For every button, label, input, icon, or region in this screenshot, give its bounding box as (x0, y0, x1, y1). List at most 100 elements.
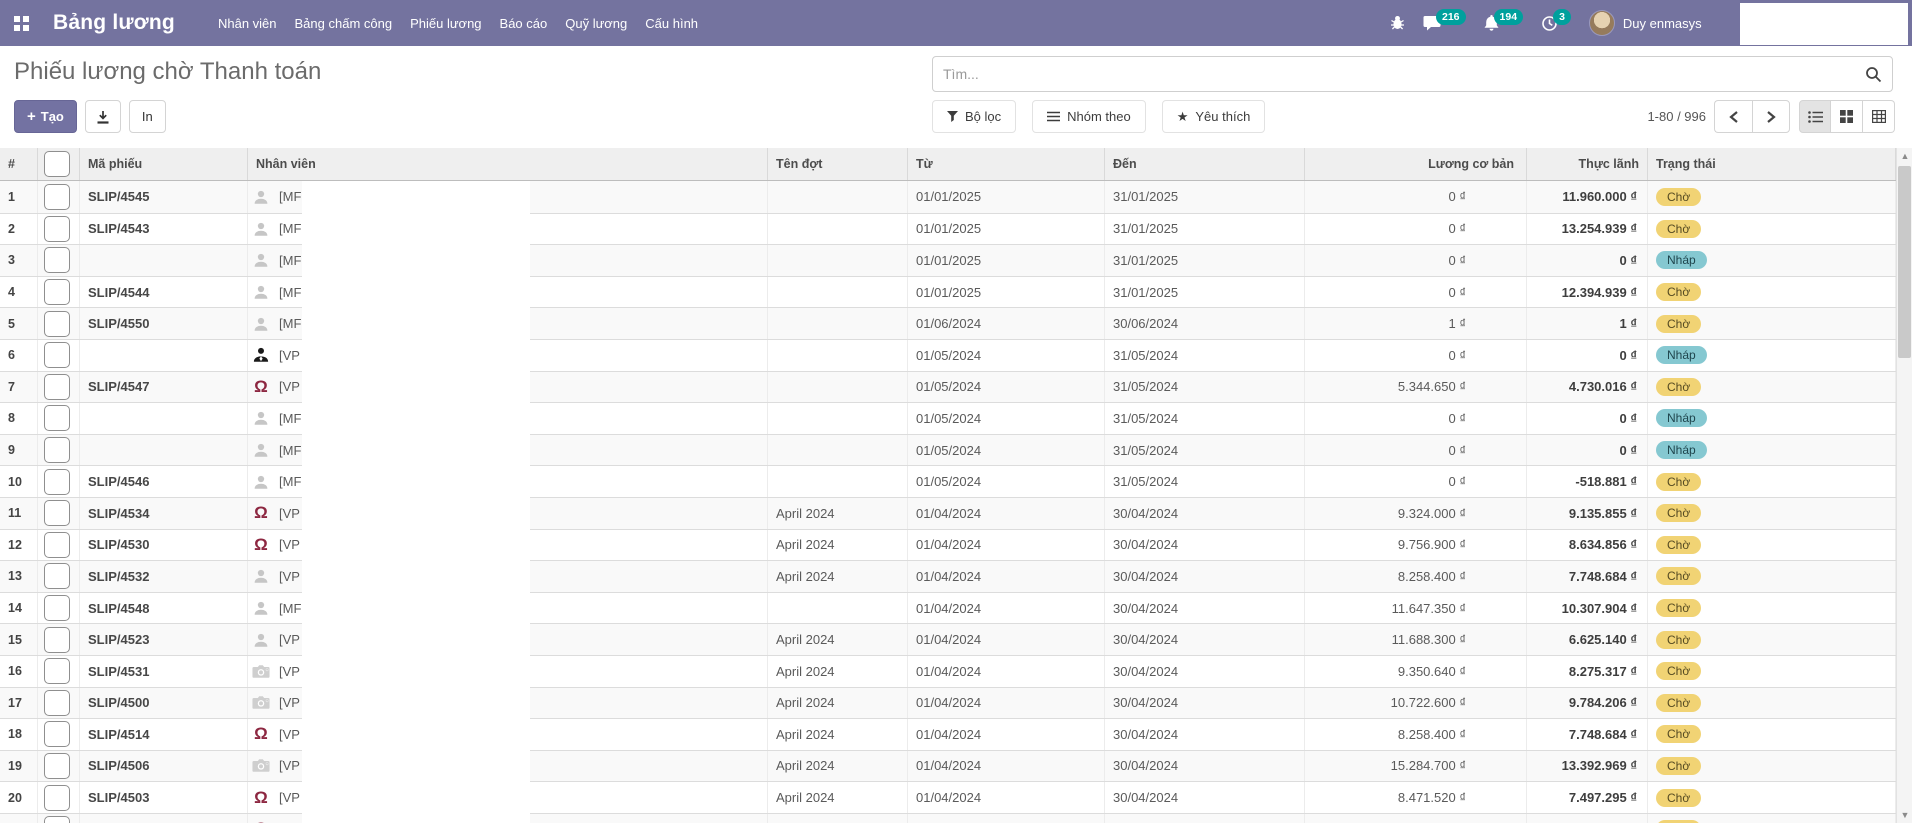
table-row[interactable]: 12 SLIP/4530 Ω [VP April 2024 01/04/2024… (0, 529, 1896, 561)
net-wage-cell[interactable]: 13.254.939 ₫ (1527, 214, 1648, 245)
date-to-cell[interactable]: 30/06/2024 (1105, 308, 1305, 339)
table-row[interactable]: 8 [MF 01/05/2024 31/05/2024 0 ₫ 0 ₫ Nháp (0, 402, 1896, 434)
pager-next-button[interactable] (1752, 100, 1790, 133)
date-from-cell[interactable]: 01/01/2025 (908, 214, 1105, 245)
status-cell[interactable]: Nháp (1648, 245, 1896, 276)
row-checkbox[interactable] (44, 469, 70, 495)
batch-cell[interactable]: April 2024 (768, 561, 908, 592)
date-from-cell[interactable]: 01/05/2024 (908, 372, 1105, 403)
batch-cell[interactable] (768, 277, 908, 308)
base-wage-cell[interactable]: 0 ₫ (1305, 466, 1527, 497)
base-wage-cell[interactable]: 11.647.350 ₫ (1305, 593, 1527, 624)
search-input[interactable] (933, 66, 1865, 82)
batch-cell[interactable] (768, 593, 908, 624)
date-to-cell[interactable]: 30/04/2024 (1105, 530, 1305, 561)
date-from-cell[interactable]: 01/04/2024 (908, 498, 1105, 529)
status-cell[interactable]: Chờ (1648, 277, 1896, 308)
base-wage-cell[interactable]: 5.344.650 ₫ (1305, 372, 1527, 403)
group-by-button[interactable]: Nhóm theo (1032, 100, 1146, 133)
batch-cell[interactable]: April 2024 (768, 782, 908, 813)
row-checkbox[interactable] (44, 627, 70, 653)
net-wage-cell[interactable]: 12.394.939 ₫ (1527, 277, 1648, 308)
date-from-cell[interactable]: 01/05/2024 (908, 403, 1105, 434)
header-employee[interactable]: Nhân viên (248, 148, 768, 180)
slip-number-cell[interactable]: SLIP/4532 (80, 561, 248, 592)
header-status[interactable]: Trạng thái (1648, 148, 1896, 180)
date-to-cell[interactable]: 30/04/2024 (1105, 561, 1305, 592)
net-wage-cell[interactable]: 8.634.856 ₫ (1527, 530, 1648, 561)
base-wage-cell[interactable]: 0 ₫ (1305, 435, 1527, 466)
net-wage-cell[interactable]: 7.748.684 ₫ (1527, 814, 1648, 823)
net-wage-cell[interactable]: 6.625.140 ₫ (1527, 624, 1648, 655)
net-wage-cell[interactable]: 0 ₫ (1527, 403, 1648, 434)
menu-quy-luong[interactable]: Quỹ lương (556, 10, 636, 37)
search-icon[interactable] (1865, 66, 1882, 83)
table-row[interactable]: 11 SLIP/4534 Ω [VP April 2024 01/04/2024… (0, 497, 1896, 529)
date-from-cell[interactable]: 01/04/2024 (908, 656, 1105, 687)
status-cell[interactable]: Chờ (1648, 751, 1896, 782)
date-from-cell[interactable]: 01/04/2024 (908, 719, 1105, 750)
row-checkbox[interactable] (44, 500, 70, 526)
create-button[interactable]: + Tạo (14, 100, 77, 133)
favorites-button[interactable]: ★ Yêu thích (1162, 100, 1266, 133)
menu-nhan-vien[interactable]: Nhân viên (209, 10, 286, 37)
base-wage-cell[interactable]: 0 ₫ (1305, 181, 1527, 213)
batch-cell[interactable] (768, 245, 908, 276)
batch-cell[interactable] (768, 466, 908, 497)
base-wage-cell[interactable]: 8.471.520 ₫ (1305, 782, 1527, 813)
batch-cell[interactable]: April 2024 (768, 624, 908, 655)
header-net[interactable]: Thực lãnh (1527, 148, 1648, 180)
table-row[interactable]: 5 SLIP/4550 [MF 01/06/2024 30/06/2024 1 … (0, 307, 1896, 339)
status-cell[interactable]: Chờ (1648, 656, 1896, 687)
status-cell[interactable]: Chờ (1648, 308, 1896, 339)
slip-number-cell[interactable] (80, 403, 248, 434)
status-cell[interactable]: Chờ (1648, 782, 1896, 813)
slip-number-cell[interactable]: SLIP/4543 (80, 214, 248, 245)
apps-menu-icon[interactable] (14, 16, 29, 31)
base-wage-cell[interactable]: 0 ₫ (1305, 214, 1527, 245)
status-cell[interactable]: Chờ (1648, 181, 1896, 213)
table-row[interactable]: 6 [VP 01/05/2024 31/05/2024 0 ₫ 0 ₫ Nháp (0, 339, 1896, 371)
row-checkbox[interactable] (44, 690, 70, 716)
header-from[interactable]: Từ (908, 148, 1105, 180)
base-wage-cell[interactable]: 0 ₫ (1305, 277, 1527, 308)
status-cell[interactable]: Nháp (1648, 340, 1896, 371)
table-row[interactable]: 19 SLIP/4506 [VP April 2024 01/04/2024 3… (0, 750, 1896, 782)
header-batch[interactable]: Tên đợt (768, 148, 908, 180)
status-cell[interactable]: Chờ (1648, 372, 1896, 403)
date-to-cell[interactable]: 31/05/2024 (1105, 372, 1305, 403)
table-row[interactable]: 17 SLIP/4500 [VP April 2024 01/04/2024 3… (0, 687, 1896, 719)
slip-number-cell[interactable]: SLIP/4547 (80, 372, 248, 403)
net-wage-cell[interactable]: 11.960.000 ₫ (1527, 181, 1648, 213)
status-cell[interactable]: Chờ (1648, 214, 1896, 245)
slip-number-cell[interactable]: SLIP/4534 (80, 498, 248, 529)
base-wage-cell[interactable]: 0 ₫ (1305, 340, 1527, 371)
filters-button[interactable]: Bộ lọc (932, 100, 1016, 133)
batch-cell[interactable]: April 2024 (768, 719, 908, 750)
base-wage-cell[interactable]: 8.258.400 ₫ (1305, 561, 1527, 592)
pager-previous-button[interactable] (1714, 100, 1752, 133)
export-download-button[interactable] (85, 100, 121, 133)
debug-bug-icon[interactable] (1390, 15, 1405, 31)
row-checkbox[interactable] (44, 311, 70, 337)
net-wage-cell[interactable]: 0 ₫ (1527, 435, 1648, 466)
row-checkbox[interactable] (44, 658, 70, 684)
table-row[interactable]: 2 SLIP/4543 [MF 01/01/2025 31/01/2025 0 … (0, 213, 1896, 245)
batch-cell[interactable]: April 2024 (768, 498, 908, 529)
table-row[interactable]: 16 SLIP/4531 [VP April 2024 01/04/2024 3… (0, 655, 1896, 687)
batch-cell[interactable]: April 2024 (768, 656, 908, 687)
row-checkbox[interactable] (44, 279, 70, 305)
net-wage-cell[interactable]: -518.881 ₫ (1527, 466, 1648, 497)
select-all-checkbox[interactable] (44, 151, 70, 177)
net-wage-cell[interactable]: 0 ₫ (1527, 245, 1648, 276)
batch-cell[interactable] (768, 214, 908, 245)
status-cell[interactable]: Chờ (1648, 466, 1896, 497)
base-wage-cell[interactable]: 8.258.400 ₫ (1305, 814, 1527, 823)
menu-bang-cham-cong[interactable]: Bảng chấm công (286, 10, 402, 37)
date-from-cell[interactable]: 01/04/2024 (908, 561, 1105, 592)
date-from-cell[interactable]: 01/05/2024 (908, 340, 1105, 371)
slip-number-cell[interactable]: SLIP/4530 (80, 530, 248, 561)
batch-cell[interactable] (768, 340, 908, 371)
menu-phieu-luong[interactable]: Phiếu lương (401, 10, 490, 37)
row-checkbox[interactable] (44, 437, 70, 463)
